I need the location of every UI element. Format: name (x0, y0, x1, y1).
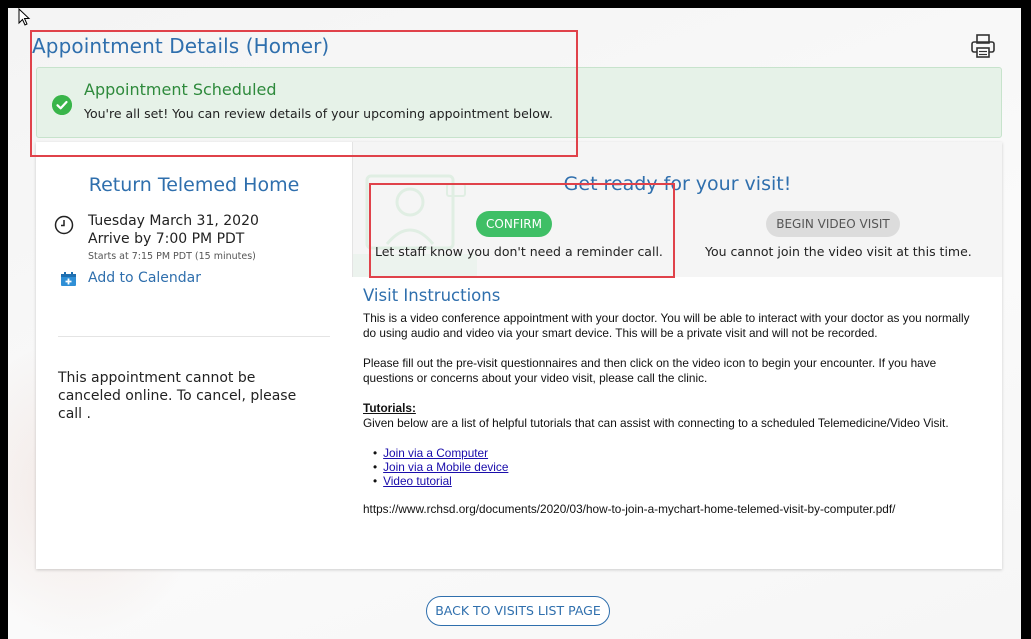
arrive-time: Arrive by 7:00 PM PDT (88, 231, 245, 247)
instructions-paragraph-1: This is a video conference appointment w… (363, 311, 970, 340)
add-to-calendar-label: Add to Calendar (88, 270, 202, 286)
join-via-computer-link[interactable]: Join via a Computer (383, 446, 488, 460)
visit-instructions: Visit Instructions This is a video confe… (363, 286, 983, 517)
list-item: Video tutorial (373, 474, 983, 488)
page-frame: Appointment Details (Homer) Appointment … (8, 8, 1021, 639)
tutorials-heading: Tutorials: (363, 401, 416, 415)
visit-prep-panel: Get ready for your visit! CONFIRM Let st… (353, 142, 1002, 277)
divider (58, 336, 330, 337)
video-tutorial-link[interactable]: Video tutorial (383, 474, 452, 488)
department-name: Return Telemed Home (88, 174, 300, 196)
appointment-date: Tuesday March 31, 2020 (88, 213, 259, 229)
banner-message: You're all set! You can review details o… (84, 106, 553, 121)
back-to-visits-button[interactable]: BACK TO VISITS LIST PAGE (426, 596, 610, 626)
list-item: Join via a Mobile device (373, 460, 983, 474)
begin-video-visit-button: BEGIN VIDEO VISIT (766, 211, 900, 237)
appointment-card: Return Telemed Home Tuesday March 31, 20… (36, 142, 1002, 569)
confirm-button[interactable]: CONFIRM (476, 211, 552, 237)
cancel-note: This appointment cannot be canceled onli… (58, 370, 297, 422)
tutorial-url: https://www.rchsd.org/documents/2020/03/… (363, 502, 896, 516)
start-time: Starts at 7:15 PM PDT (15 minutes) (88, 251, 256, 262)
tutorial-links: Join via a Computer Join via a Mobile de… (373, 446, 983, 488)
mouse-cursor-icon (18, 8, 31, 26)
tutorials-intro: Given below are a list of helpful tutori… (363, 416, 949, 430)
join-via-mobile-link[interactable]: Join via a Mobile device (383, 460, 508, 474)
ready-heading: Get ready for your visit! (563, 173, 792, 195)
confirm-note: Let staff know you don't need a reminder… (375, 244, 663, 259)
status-banner: Appointment Scheduled You're all set! Yo… (36, 67, 1002, 138)
video-visit-note: You cannot join the video visit at this … (705, 244, 972, 259)
calendar-add-icon (61, 272, 76, 286)
page-title: Appointment Details (Homer) (32, 34, 330, 58)
printer-icon[interactable] (970, 33, 996, 59)
instructions-paragraph-2: Please fill out the pre-visit questionna… (363, 356, 937, 385)
list-item: Join via a Computer (373, 446, 983, 460)
banner-heading: Appointment Scheduled (84, 80, 277, 99)
check-circle-icon (52, 95, 72, 115)
add-to-calendar-link[interactable]: Add to Calendar (61, 270, 202, 286)
appointment-summary: Return Telemed Home Tuesday March 31, 20… (36, 142, 352, 569)
instructions-heading: Visit Instructions (363, 286, 501, 305)
clock-icon (54, 215, 74, 235)
